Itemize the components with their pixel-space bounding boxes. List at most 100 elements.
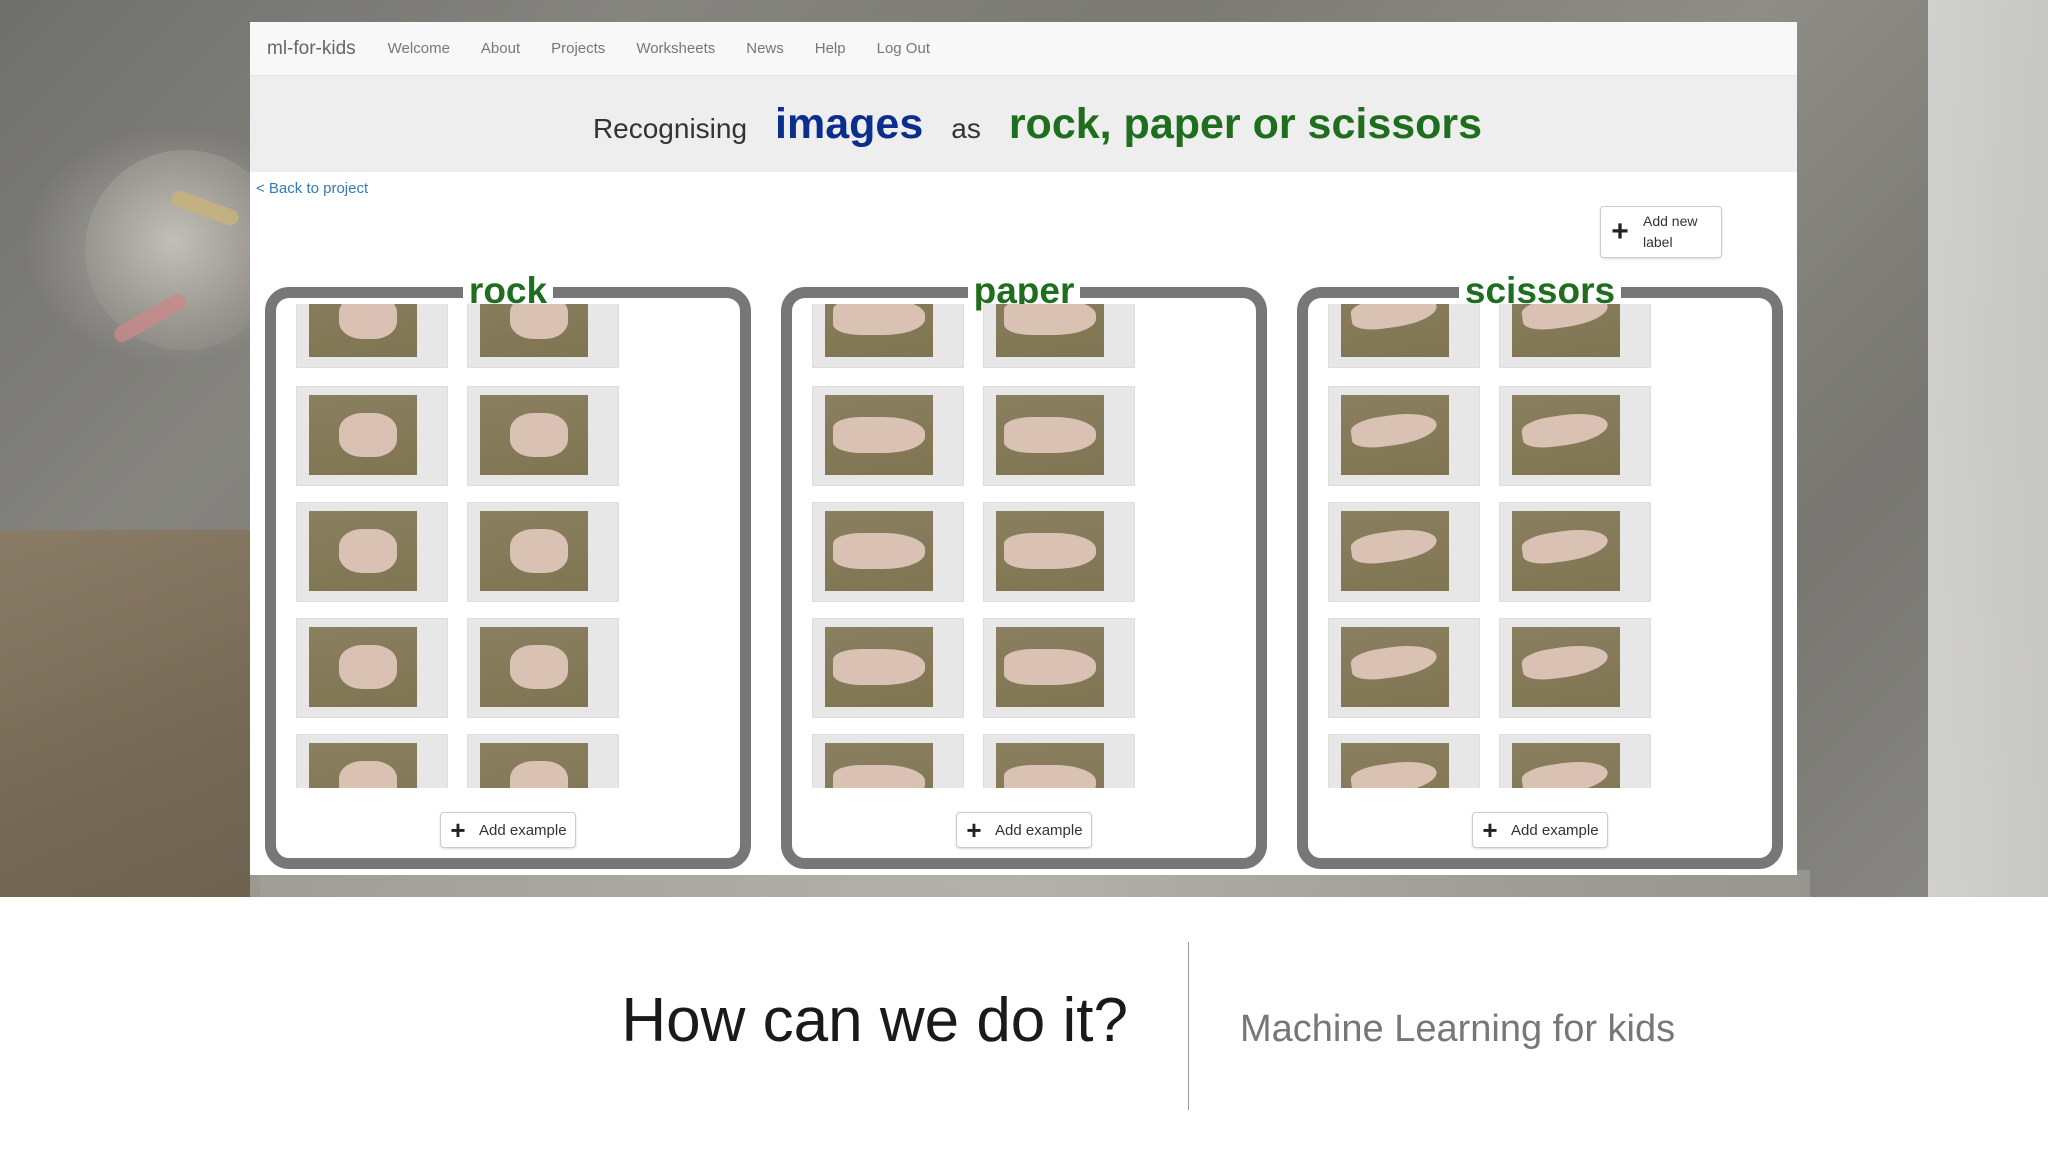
example-thumbnail-paper[interactable] — [983, 304, 1135, 368]
hand-photo — [1512, 304, 1620, 357]
project-heading: Recognising images as rock, paper or sci… — [250, 76, 1797, 172]
example-thumbnail-paper[interactable] — [983, 618, 1135, 718]
nav-welcome[interactable]: Welcome — [388, 40, 450, 57]
hand-shape — [1520, 757, 1610, 788]
hand-shape — [1520, 304, 1610, 333]
hand-photo — [996, 395, 1104, 475]
hand-shape — [510, 645, 568, 689]
hand-photo — [1512, 511, 1620, 591]
hand-photo — [996, 627, 1104, 707]
hand-photo — [480, 304, 588, 357]
hand-photo — [825, 304, 933, 357]
hand-shape — [510, 413, 568, 457]
label-bucket-rock: rock + Add example — [265, 270, 751, 869]
slide-subtitle: Machine Learning for kids — [1240, 1008, 1676, 1050]
hand-photo — [309, 304, 417, 357]
hand-shape — [1520, 525, 1610, 567]
heading-labels: rock, paper or scissors — [1008, 99, 1483, 148]
example-thumbnail-rock[interactable] — [296, 618, 448, 718]
example-thumbnail-scissors[interactable] — [1499, 502, 1651, 602]
hand-shape — [1349, 304, 1439, 333]
example-thumbnail-rock[interactable] — [296, 734, 448, 788]
example-thumbnail-rock[interactable] — [296, 304, 448, 368]
plus-icon: + — [1482, 815, 1498, 845]
example-thumbnail-scissors[interactable] — [1328, 618, 1480, 718]
nav-news[interactable]: News — [746, 40, 784, 57]
example-thumbnail-paper[interactable] — [812, 386, 964, 486]
hand-shape — [339, 645, 397, 689]
add-example-text: Add example — [479, 821, 567, 839]
example-thumbnail-scissors[interactable] — [1328, 502, 1480, 602]
example-thumbnail-scissors[interactable] — [1499, 304, 1651, 368]
example-thumbnail-paper[interactable] — [812, 502, 964, 602]
add-example-button-paper[interactable]: + Add example — [956, 812, 1092, 848]
examples-grid[interactable] — [296, 304, 626, 788]
example-thumbnail-scissors[interactable] — [1328, 734, 1480, 788]
hand-photo — [996, 511, 1104, 591]
hand-photo — [996, 304, 1104, 357]
example-thumbnail-rock[interactable] — [296, 386, 448, 486]
hand-shape — [1004, 765, 1096, 788]
example-thumbnail-rock[interactable] — [467, 502, 619, 602]
example-thumbnail-rock[interactable] — [467, 618, 619, 718]
nav-help[interactable]: Help — [815, 40, 846, 57]
hand-shape — [1349, 525, 1439, 567]
hand-shape — [339, 413, 397, 457]
hand-shape — [510, 304, 568, 339]
hand-photo — [480, 395, 588, 475]
hand-shape — [510, 529, 568, 573]
nav-logout[interactable]: Log Out — [877, 40, 930, 57]
nav-worksheets[interactable]: Worksheets — [636, 40, 715, 57]
label-bucket-paper: paper + Add example — [781, 270, 1267, 869]
brand-link[interactable]: ml-for-kids — [267, 38, 356, 60]
example-thumbnail-rock[interactable] — [467, 734, 619, 788]
back-to-project-link[interactable]: < Back to project — [256, 180, 368, 197]
nav-projects[interactable]: Projects — [551, 40, 605, 57]
add-new-label-button[interactable]: + Add new label — [1600, 206, 1722, 258]
hand-shape — [1520, 641, 1610, 683]
example-thumbnail-scissors[interactable] — [1328, 304, 1480, 368]
hand-photo — [1341, 395, 1449, 475]
hand-photo — [825, 511, 933, 591]
hand-shape — [833, 765, 925, 788]
example-thumbnail-scissors[interactable] — [1499, 618, 1651, 718]
slide-title: How can we do it? — [621, 986, 1128, 1055]
hand-photo — [309, 743, 417, 788]
add-example-text: Add example — [1511, 821, 1599, 839]
heading-connector: as — [951, 113, 981, 144]
example-thumbnail-scissors[interactable] — [1328, 386, 1480, 486]
add-example-button-rock[interactable]: + Add example — [440, 812, 576, 848]
heading-prefix: Recognising — [592, 113, 748, 144]
example-thumbnail-paper[interactable] — [983, 734, 1135, 788]
add-new-label-text: Add new label — [1643, 213, 1698, 250]
paper-sheet — [1928, 0, 2048, 897]
hand-photo — [1341, 511, 1449, 591]
example-thumbnail-paper[interactable] — [983, 386, 1135, 486]
hand-photo — [825, 627, 933, 707]
example-thumbnail-paper[interactable] — [983, 502, 1135, 602]
divider — [1188, 942, 1189, 1110]
example-thumbnail-paper[interactable] — [812, 618, 964, 718]
hand-shape — [1349, 641, 1439, 683]
examples-grid[interactable] — [812, 304, 1142, 788]
examples-grid[interactable] — [1328, 304, 1658, 788]
hand-shape — [339, 304, 397, 339]
hand-photo — [825, 395, 933, 475]
example-thumbnail-rock[interactable] — [467, 386, 619, 486]
add-example-button-scissors[interactable]: + Add example — [1472, 812, 1608, 848]
example-thumbnail-paper[interactable] — [812, 304, 964, 368]
hand-shape — [1349, 409, 1439, 451]
nav-about[interactable]: About — [481, 40, 520, 57]
example-thumbnail-paper[interactable] — [812, 734, 964, 788]
example-thumbnail-scissors[interactable] — [1499, 386, 1651, 486]
hand-photo — [825, 743, 933, 788]
example-thumbnail-rock[interactable] — [467, 304, 619, 368]
hand-shape — [1004, 649, 1096, 685]
hand-shape — [1004, 417, 1096, 453]
plus-icon: + — [450, 815, 466, 845]
hand-photo — [480, 743, 588, 788]
example-thumbnail-scissors[interactable] — [1499, 734, 1651, 788]
example-thumbnail-rock[interactable] — [296, 502, 448, 602]
hand-photo — [480, 627, 588, 707]
hand-photo — [309, 511, 417, 591]
